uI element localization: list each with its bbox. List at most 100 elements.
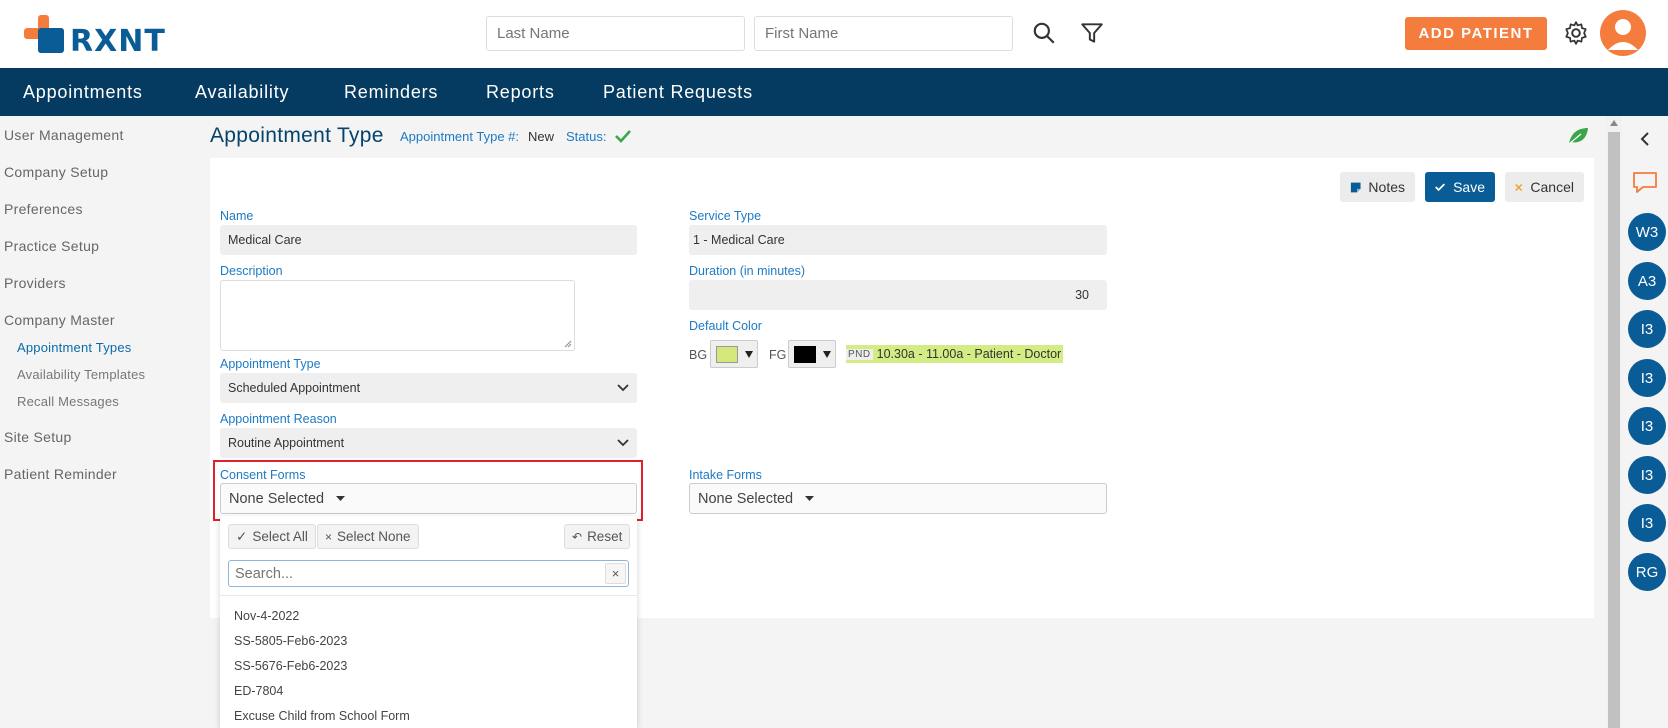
type-number-label: Appointment Type #: [400, 129, 520, 144]
nav-appointments[interactable]: Appointments [23, 82, 143, 103]
close-icon [1515, 183, 1523, 191]
last-name-input[interactable] [486, 16, 745, 51]
left-sidebar: User Management Company Setup Preference… [0, 116, 205, 728]
leaf-icon[interactable] [1567, 126, 1589, 146]
add-patient-button[interactable]: ADD PATIENT [1405, 17, 1547, 50]
badge-a3[interactable]: A3 [1628, 262, 1666, 300]
caret-down-icon [805, 496, 815, 501]
notes-button[interactable]: Notes [1340, 172, 1415, 202]
consent-forms-dropdown: ✓ Select All × Select None ↶ Reset × Nov… [220, 516, 637, 728]
sidebar-item-site-setup[interactable]: Site Setup [4, 429, 72, 445]
service-type-field[interactable]: 1 - Medical Care [689, 225, 1107, 255]
badge-w3[interactable]: W3 [1628, 213, 1666, 251]
caret-down-icon [745, 351, 753, 358]
consent-option[interactable]: Excuse Child from School Form [234, 709, 410, 723]
chat-icon[interactable] [1631, 170, 1659, 196]
sidebar-subitem-appointment-types[interactable]: Appointment Types [17, 340, 131, 355]
chevron-down-icon [617, 384, 629, 392]
nav-reports[interactable]: Reports [486, 82, 555, 103]
sidebar-item-practice-setup[interactable]: Practice Setup [4, 238, 99, 254]
sidebar-item-preferences[interactable]: Preferences [4, 201, 83, 217]
select-none-button[interactable]: × Select None [317, 524, 419, 549]
sidebar-item-user-management[interactable]: User Management [4, 127, 124, 143]
appointment-reason-select[interactable]: Routine Appointment [220, 428, 637, 458]
caret-down-icon [336, 496, 346, 501]
color-preview: PND 10.30a - 11.00a - Patient - Doctor [846, 345, 1064, 363]
sidebar-item-company-master[interactable]: Company Master [4, 312, 115, 328]
resize-handle-icon[interactable] [564, 340, 572, 348]
reset-label: Reset [587, 529, 623, 544]
scrollbar-thumb[interactable] [1608, 132, 1620, 728]
x-icon: × [325, 529, 333, 544]
divider [220, 595, 637, 596]
select-none-label: Select None [337, 529, 411, 544]
type-number-value: New [528, 129, 555, 144]
reset-button[interactable]: ↶ Reset [564, 524, 631, 549]
badge-i3[interactable]: I3 [1628, 456, 1666, 494]
consent-forms-value: None Selected [229, 490, 325, 507]
status-label: Status: [566, 129, 607, 144]
sidebar-item-providers[interactable]: Providers [4, 275, 66, 291]
select-all-button[interactable]: ✓ Select All [228, 524, 316, 549]
consent-option[interactable]: Nov-4-2022 [234, 609, 299, 623]
nav-patient-requests[interactable]: Patient Requests [603, 82, 753, 103]
badge-rg[interactable]: RG [1628, 553, 1666, 591]
consent-option[interactable]: ED-7804 [234, 684, 283, 698]
consent-option[interactable]: SS-5676-Feb6-2023 [234, 659, 347, 673]
first-name-input[interactable] [754, 16, 1013, 51]
note-icon [1350, 182, 1361, 192]
sidebar-item-company-setup[interactable]: Company Setup [4, 164, 108, 180]
badge-i3[interactable]: I3 [1628, 407, 1666, 445]
sidebar-item-patient-reminder[interactable]: Patient Reminder [4, 466, 117, 482]
clear-search-icon[interactable]: × [605, 563, 626, 584]
chevron-left-icon[interactable] [1639, 131, 1651, 147]
sidebar-subitem-availability-templates[interactable]: Availability Templates [17, 367, 145, 382]
user-avatar-icon[interactable] [1600, 10, 1646, 56]
caret-down-icon [823, 351, 831, 358]
chevron-down-icon [617, 439, 629, 447]
sidebar-subitem-recall-messages[interactable]: Recall Messages [17, 394, 119, 409]
badge-i3[interactable]: I3 [1628, 359, 1666, 397]
check-icon [1435, 183, 1445, 192]
badge-i3[interactable]: I3 [1628, 310, 1666, 348]
undo-icon: ↶ [572, 529, 583, 544]
scroll-up-icon[interactable] [1610, 120, 1618, 126]
cancel-button-label: Cancel [1530, 179, 1574, 195]
appointment-reason-label: Appointment Reason [220, 412, 337, 426]
intake-forms-label: Intake Forms [689, 468, 762, 482]
duration-label: Duration (in minutes) [689, 264, 806, 278]
bg-color-picker[interactable] [710, 340, 758, 368]
nav-reminders[interactable]: Reminders [344, 82, 438, 103]
consent-forms-select[interactable]: None Selected [220, 483, 637, 514]
filter-icon[interactable] [1079, 20, 1105, 46]
consent-forms-label: Consent Forms [220, 468, 306, 482]
name-label: Name [220, 209, 254, 223]
nav-availability[interactable]: Availability [195, 82, 289, 103]
search-icon[interactable] [1031, 20, 1057, 46]
logo-text: RXNT [70, 24, 166, 59]
duration-field[interactable]: 30 [689, 280, 1107, 310]
fg-color-picker[interactable] [788, 340, 836, 368]
check-icon: ✓ [236, 528, 248, 544]
appointment-reason-value: Routine Appointment [228, 436, 345, 450]
name-field[interactable]: Medical Care [220, 225, 637, 255]
default-color-label: Default Color [689, 319, 762, 333]
bg-color-swatch [716, 346, 738, 363]
badge-i3[interactable]: I3 [1628, 504, 1666, 542]
save-button[interactable]: Save [1425, 172, 1495, 202]
appointment-type-select[interactable]: Scheduled Appointment [220, 373, 637, 403]
description-textarea[interactable] [220, 280, 575, 351]
page-title: Appointment Type [210, 124, 384, 147]
cancel-button[interactable]: Cancel [1505, 172, 1584, 202]
dropdown-search-input[interactable] [229, 561, 599, 586]
gear-icon[interactable] [1563, 20, 1589, 46]
status-check-icon [615, 130, 631, 143]
preview-tag: PND [846, 348, 873, 360]
intake-forms-select[interactable]: None Selected [689, 483, 1107, 514]
fg-color-swatch [794, 346, 816, 363]
main-nav: Appointments Availability Reminders Repo… [0, 68, 1668, 116]
description-label: Description [220, 264, 283, 278]
consent-option[interactable]: SS-5805-Feb6-2023 [234, 634, 347, 648]
appointment-type-value: Scheduled Appointment [228, 381, 361, 395]
page-scrollbar[interactable] [1606, 116, 1622, 728]
